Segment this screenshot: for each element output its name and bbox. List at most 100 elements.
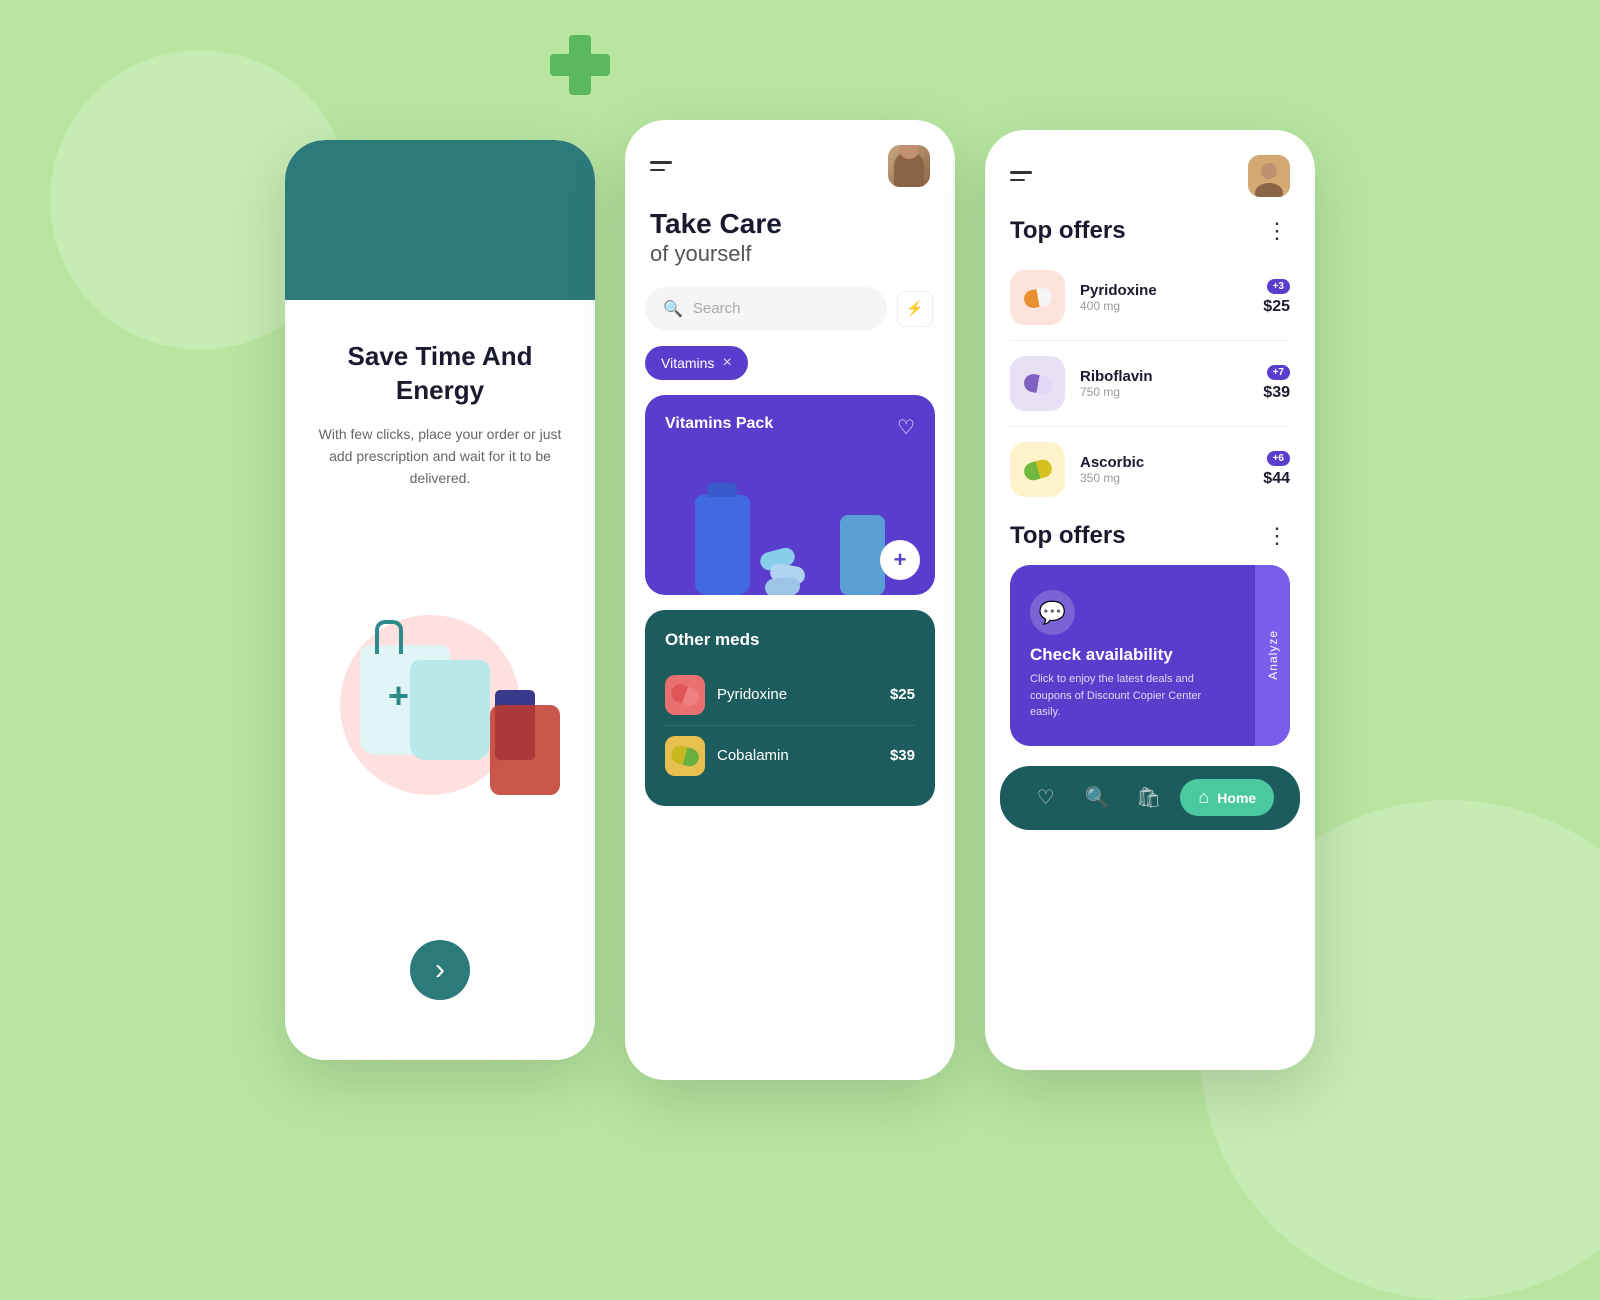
phones-container: Save Time And Energy With few clicks, pl… (285, 120, 1315, 1080)
med-item-pyridoxine[interactable]: Pyridoxine $25 (665, 665, 915, 726)
offer-icon-pink (1010, 270, 1065, 325)
phone1-content: Save Time And Energy With few clicks, pl… (285, 300, 595, 1060)
avatar-silhouette (894, 151, 924, 187)
offer-details-3: Ascorbic 350 mg (1080, 454, 1248, 485)
divider-1 (1010, 340, 1290, 341)
med-item-cobalamin[interactable]: Cobalamin $39 (665, 726, 915, 786)
phone1-top-bar (285, 140, 595, 300)
offer-price-1: $25 (1263, 298, 1290, 316)
more-options-1[interactable]: ⋮ (1266, 218, 1290, 244)
search-placeholder: Search (693, 300, 869, 317)
pill-yellow-icon (669, 743, 701, 768)
phone3-header (985, 130, 1315, 212)
avatar-image (888, 145, 930, 187)
phone1-title: Save Time And Energy (310, 340, 570, 408)
offer-badge-3: +6 (1267, 451, 1290, 466)
vitamins-tag[interactable]: Vitamins × (645, 346, 748, 380)
phone-onboarding: Save Time And Energy With few clicks, pl… (285, 140, 595, 1060)
avail-description: Click to enjoy the latest deals and coup… (1030, 671, 1230, 721)
vit-pills (760, 550, 830, 595)
search-icon: 🔍 (663, 299, 683, 319)
top-offers-1-header: Top offers ⋮ (985, 212, 1315, 260)
phone2-header (625, 120, 955, 197)
greeting-section: Take Care of yourself (625, 197, 955, 287)
vitamins-card: Vitamins Pack ♡ + (645, 395, 935, 595)
pill-ascorbic-icon (1022, 457, 1054, 482)
home-label: Home (1217, 790, 1256, 806)
nav-favorites[interactable]: ♡ (1026, 778, 1066, 818)
offer-right-1: +3 $25 (1263, 279, 1290, 316)
med-item-left: Pyridoxine (665, 675, 787, 715)
offer-icon-purple (1010, 356, 1065, 411)
vit-bottle-1 (695, 495, 750, 595)
offer-name-2: Riboflavin (1080, 368, 1248, 385)
nav-cart[interactable]: 🛍 (1129, 778, 1169, 818)
heart-icon[interactable]: ♡ (897, 415, 915, 440)
offer-name-1: Pyridoxine (1080, 282, 1248, 299)
offer-name-3: Ascorbic (1080, 454, 1248, 471)
next-button[interactable] (410, 940, 470, 1000)
avatar[interactable] (888, 145, 930, 187)
med-name-1: Pyridoxine (717, 686, 787, 703)
offer-price-2: $39 (1263, 384, 1290, 402)
nav-search[interactable]: 🔍 (1077, 778, 1117, 818)
med-price-1: $25 (890, 686, 915, 703)
med-icon-red (665, 675, 705, 715)
add-to-cart-button[interactable]: + (880, 540, 920, 580)
offer-badge-2: +7 (1267, 365, 1290, 380)
illustration-bag2 (410, 660, 490, 760)
offer-mg-1: 400 mg (1080, 299, 1248, 313)
hamburger3-line-1 (1010, 171, 1032, 174)
hamburger-line-1 (650, 161, 672, 164)
search-bar[interactable]: 🔍 Search (645, 287, 887, 331)
chat-bubble-icon: 💬 (1030, 590, 1075, 635)
analyze-tab[interactable]: Analyze (1255, 565, 1290, 746)
more-options-2[interactable]: ⋮ (1266, 523, 1290, 549)
vitamins-card-title: Vitamins Pack (665, 415, 915, 433)
bottom-navigation: ♡ 🔍 🛍 ⌂ Home (1000, 766, 1300, 830)
phone-main-app: Take Care of yourself 🔍 Search ⚡ Vitamin… (625, 120, 955, 1080)
offer-item-pyridoxine[interactable]: Pyridoxine 400 mg +3 $25 (985, 260, 1315, 335)
offer-mg-2: 750 mg (1080, 385, 1248, 399)
nav-home[interactable]: ⌂ Home (1180, 779, 1274, 816)
greeting-line1: Take Care (650, 207, 930, 241)
greeting-line2: of yourself (650, 241, 930, 267)
filter-button[interactable]: ⚡ (897, 291, 933, 327)
offer-details-2: Riboflavin 750 mg (1080, 368, 1248, 399)
offer-badge-1: +3 (1267, 279, 1290, 294)
offer-right-3: +6 $44 (1263, 451, 1290, 488)
tag-remove-icon[interactable]: × (722, 354, 731, 372)
offer-price-3: $44 (1263, 470, 1290, 488)
home-icon: ⌂ (1198, 787, 1209, 808)
offer-item-riboflavin[interactable]: Riboflavin 750 mg +7 $39 (985, 346, 1315, 421)
phone3-menu-button[interactable] (1010, 171, 1032, 181)
phone1-illustration (310, 515, 570, 815)
illustration-hand (490, 705, 560, 795)
hamburger3-line-2 (1010, 179, 1025, 182)
med-item-left-2: Cobalamin (665, 736, 789, 776)
vit-bottle-2 (840, 515, 885, 595)
hamburger-line-2 (650, 169, 665, 172)
phone-top-offers: Top offers ⋮ Pyridoxine 400 mg +3 $25 (985, 130, 1315, 1070)
med-price-2: $39 (890, 747, 915, 764)
offer-item-ascorbic[interactable]: Ascorbic 350 mg +6 $44 (985, 432, 1315, 507)
divider-2 (1010, 426, 1290, 427)
top-offers-1-title: Top offers (1010, 217, 1126, 245)
add-icon: + (894, 547, 907, 573)
top-offers-2-title: Top offers (1010, 522, 1126, 550)
pill-3 (764, 576, 800, 594)
other-meds-section: Other meds Pyridoxine $25 Cobalamin $ (645, 610, 935, 806)
check-availability-card[interactable]: 💬 Check availability Click to enjoy the … (1010, 565, 1290, 746)
pill-pyridoxine-icon (1022, 286, 1053, 309)
tag-label: Vitamins (661, 355, 714, 371)
med-name-2: Cobalamin (717, 747, 789, 764)
menu-button[interactable] (650, 161, 672, 171)
phone1-description: With few clicks, place your order or jus… (310, 423, 570, 490)
pill-red-icon (669, 681, 701, 707)
offer-right-2: +7 $39 (1263, 365, 1290, 402)
other-meds-title: Other meds (665, 630, 915, 650)
phone3-avatar[interactable] (1248, 155, 1290, 197)
offer-details-1: Pyridoxine 400 mg (1080, 282, 1248, 313)
pill-riboflavin-icon (1022, 372, 1053, 395)
top-offers-2-header: Top offers ⋮ (985, 517, 1315, 565)
